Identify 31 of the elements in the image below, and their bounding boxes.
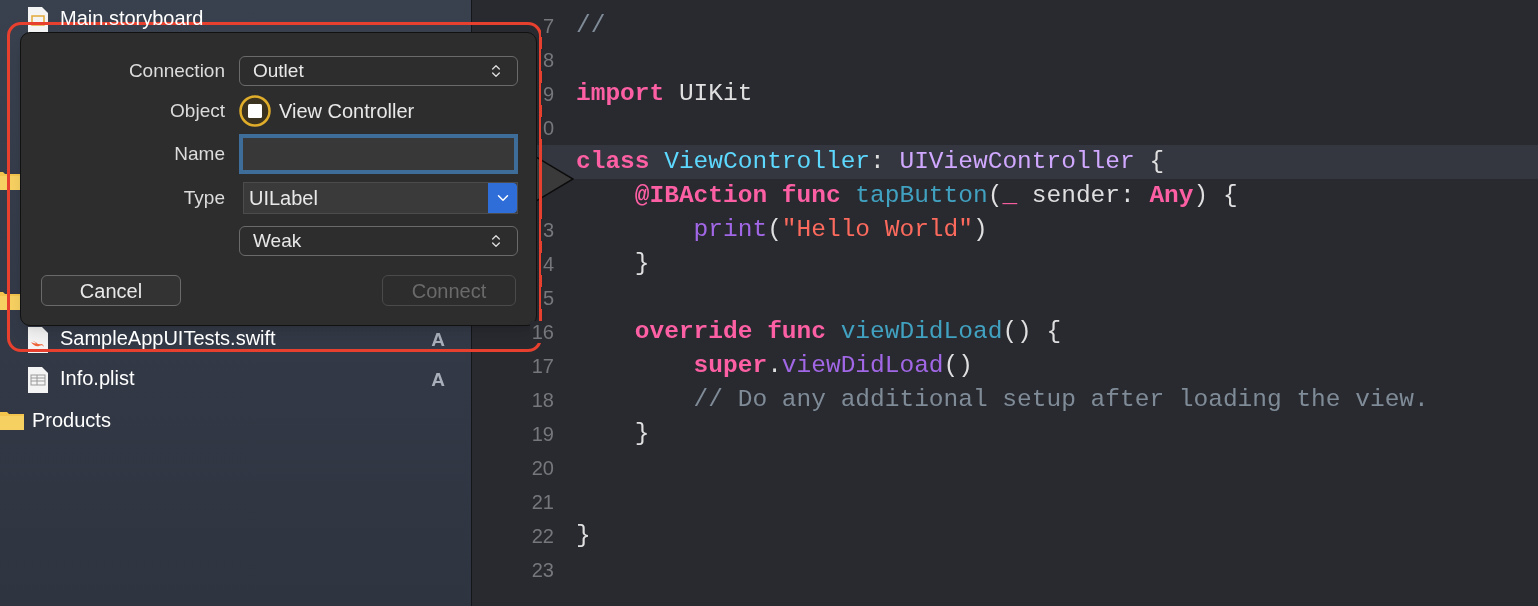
cancel-button[interactable]: Cancel — [41, 275, 181, 306]
file-name[interactable]: SampleAppUITests.swift — [60, 323, 276, 353]
storyboard-file-icon — [27, 6, 49, 34]
object-value: View Controller — [279, 99, 415, 124]
code-line: } — [633, 421, 650, 447]
field-label: Object — [169, 98, 225, 123]
code-line: print("Hello World") — [692, 217, 988, 243]
code-line: override func viewDidLoad() { — [633, 319, 1062, 345]
field-label: Type — [182, 185, 225, 210]
code-line: } — [633, 251, 650, 277]
line-number: 16 — [529, 321, 554, 343]
code-line: class ViewController: UIViewController { — [576, 149, 1165, 175]
source-control-status: A — [431, 367, 445, 392]
code-line: // — [576, 13, 606, 39]
code-line: @IBAction func tapButton(_ sender: Any) { — [633, 183, 1238, 209]
plist-file-icon — [27, 366, 49, 394]
popup-select[interactable]: Outlet — [239, 56, 518, 86]
object-icon — [239, 95, 271, 127]
code-line: import UIKit — [576, 81, 753, 107]
field-label: Connection — [127, 58, 225, 83]
code-line: // Do any additional setup after loading the view. — [692, 387, 1429, 413]
name-input-field[interactable] — [239, 134, 518, 174]
code-line: super.viewDidLoad() — [692, 353, 973, 379]
code-line: } — [576, 523, 591, 549]
folder-icon — [0, 410, 24, 430]
popup-select[interactable]: Weak — [239, 226, 518, 256]
group-name[interactable]: Products — [32, 405, 111, 435]
type-combo-box[interactable]: UILabel — [243, 182, 518, 214]
field-label: Name — [173, 141, 225, 166]
source-control-status: A — [431, 327, 445, 352]
file-name[interactable]: Info.plist — [60, 363, 135, 393]
